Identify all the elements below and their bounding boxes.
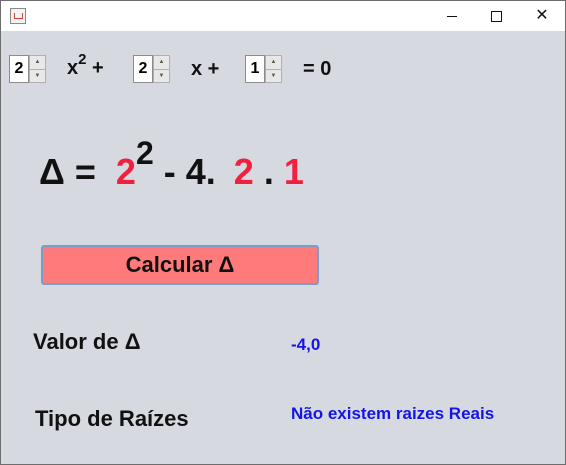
minimize-button[interactable] (429, 1, 475, 31)
maximize-icon (490, 10, 502, 22)
delta-formula: Δ = 22 - 4. 2 . 1 (39, 135, 304, 193)
formula-b-value: 2 (115, 151, 136, 192)
close-icon: ✕ (535, 7, 549, 24)
coefficient-b-field[interactable]: 2 (133, 55, 153, 83)
x-squared-term: x2 + (67, 51, 104, 80)
plus-sign: + (92, 57, 104, 79)
spinner-up-icon[interactable]: ▲ (265, 55, 282, 70)
delta-value-output: -4,0 (291, 335, 321, 354)
app-window: ✕ 2 ▲ ▼ x2 + 2 ▲ ▼ x + 1 ▲ ▼ = 0 Δ = 22 … (0, 0, 566, 465)
delta-equals: Δ = (39, 151, 96, 192)
spinner-down-icon[interactable]: ▼ (29, 69, 46, 83)
minimize-icon (447, 15, 457, 17)
formula-dot: . (263, 151, 274, 192)
java-app-icon (10, 8, 26, 24)
equals-zero: = 0 (303, 58, 332, 80)
coefficient-a-field[interactable]: 2 (9, 55, 29, 83)
roots-type-label: Tipo de Raízes (35, 406, 189, 431)
coefficient-b-spinner[interactable]: 2 ▲ ▼ (133, 55, 170, 83)
formula-a-value: 2 (233, 151, 254, 192)
formula-minus-four: - 4. (163, 151, 216, 192)
coefficient-a-spinner[interactable]: 2 ▲ ▼ (9, 55, 46, 83)
x-squared-base: x (67, 57, 79, 79)
formula-c-value: 1 (283, 151, 304, 192)
coefficient-c-spinner[interactable]: 1 ▲ ▼ (245, 55, 282, 83)
maximize-button[interactable] (473, 1, 519, 31)
spinner-up-icon[interactable]: ▲ (29, 55, 46, 70)
spinner-up-icon[interactable]: ▲ (153, 55, 170, 70)
spinner-down-icon[interactable]: ▼ (153, 69, 170, 83)
x-term: x + (191, 58, 220, 80)
close-button[interactable]: ✕ (519, 1, 565, 31)
formula-b-exponent: 2 (135, 135, 154, 171)
roots-type-output: Não existem raizes Reais (291, 404, 495, 423)
x-squared-exponent: 2 (78, 51, 87, 68)
delta-value-label: Valor de Δ (33, 329, 141, 354)
calculate-delta-button[interactable]: Calcular Δ (41, 245, 319, 285)
coefficient-c-field[interactable]: 1 (245, 55, 265, 83)
spinner-down-icon[interactable]: ▼ (265, 69, 282, 83)
title-bar: ✕ (1, 1, 565, 31)
